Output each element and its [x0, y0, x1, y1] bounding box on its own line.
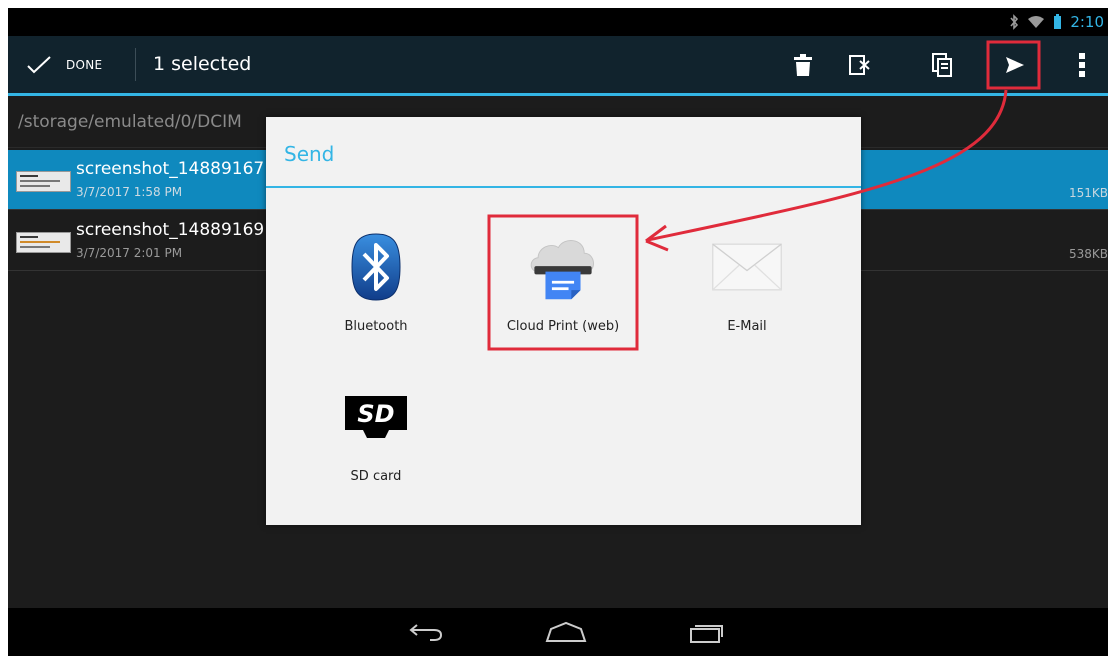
wifi-icon — [1027, 15, 1045, 29]
dialog-title: Send — [284, 142, 335, 166]
bluetooth-icon — [1009, 14, 1019, 30]
app-label: SD card — [350, 469, 402, 484]
file-thumbnail — [16, 171, 71, 192]
done-button[interactable]: DONE — [8, 36, 136, 93]
overflow-menu-button[interactable] — [1060, 44, 1104, 86]
app-label: Bluetooth — [344, 319, 408, 334]
recent-apps-icon — [690, 625, 723, 643]
send-button[interactable] — [993, 44, 1037, 86]
contextual-action-bar: DONE 1 selected — [8, 36, 1108, 96]
battery-icon — [1053, 14, 1062, 30]
bluetooth-app-icon — [340, 231, 412, 303]
email-icon — [711, 231, 783, 303]
overflow-menu-icon — [1079, 53, 1085, 77]
file-date: 3/7/2017 2:01 PM — [76, 246, 183, 260]
selection-count: 1 selected — [153, 53, 252, 75]
android-screen: 2:10 DONE 1 selected /storage/emulated/0… — [8, 8, 1108, 656]
status-bar: 2:10 — [8, 8, 1108, 36]
recent-apps-button[interactable] — [676, 616, 736, 648]
share-target-cloud-print[interactable]: Cloud Print (web) — [488, 231, 638, 361]
file-size: 151KB — [1068, 186, 1108, 200]
app-label: E-Mail — [727, 319, 767, 334]
sd-card-icon: SD — [340, 381, 412, 453]
delete-button[interactable] — [781, 44, 825, 86]
back-button[interactable] — [396, 616, 456, 648]
app-label: Cloud Print (web) — [506, 319, 620, 334]
file-size: 538KB — [1068, 247, 1108, 261]
checkmark-icon — [27, 55, 51, 73]
copy-icon — [932, 53, 952, 77]
back-icon — [409, 624, 443, 641]
done-label: DONE — [66, 57, 103, 72]
copy-button[interactable] — [920, 44, 964, 86]
file-date: 3/7/2017 1:58 PM — [76, 185, 183, 199]
cloud-print-icon — [527, 231, 599, 303]
file-name: screenshot_14889169 — [76, 220, 265, 240]
home-button[interactable] — [536, 616, 596, 648]
share-target-bluetooth[interactable]: Bluetooth — [301, 231, 451, 361]
status-time: 2:10 — [1070, 13, 1104, 31]
home-icon — [545, 621, 587, 642]
dialog-title-divider — [266, 186, 861, 188]
send-icon — [1006, 57, 1024, 73]
cut-button[interactable] — [838, 44, 882, 86]
cut-icon — [849, 55, 870, 75]
svg-text:SD: SD — [357, 400, 394, 428]
share-target-email[interactable]: E-Mail — [672, 231, 822, 361]
action-bar-divider — [135, 48, 136, 81]
send-dialog: Send Bluetooth Cloud Print (web) E-Mail … — [266, 117, 861, 525]
share-target-sd-card[interactable]: SD SD card — [301, 381, 451, 511]
current-path: /storage/emulated/0/DCIM — [18, 112, 242, 132]
file-thumbnail — [16, 232, 71, 253]
delete-icon — [794, 54, 812, 76]
navigation-bar — [8, 608, 1108, 656]
file-name: screenshot_14889167 — [76, 159, 265, 179]
